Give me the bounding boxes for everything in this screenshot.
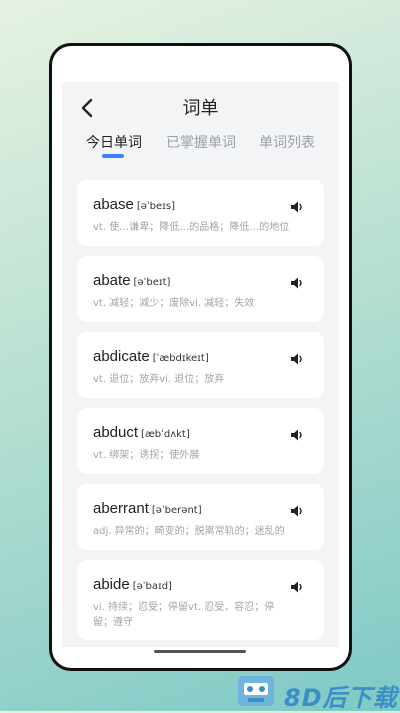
speaker-icon[interactable] <box>290 580 304 594</box>
word-meaning: vt. 使…谦卑；降低…的品格；降低…的地位 <box>93 222 290 233</box>
word-card[interactable]: abase [əˈbeɪs] vt. 使…谦卑；降低…的品格；降低…的地位 <box>77 180 324 246</box>
tab-word-list[interactable]: 单词列表 <box>259 132 315 152</box>
phonetic-text: [əˈberənt] <box>151 505 202 516</box>
word-line: abase [əˈbeɪs] <box>93 196 175 214</box>
word-line: abdicate [ˈæbdɪkeɪt] <box>93 348 209 366</box>
word-meaning: vt. 退位；放弃vi. 退位；放弃 <box>93 374 225 385</box>
phonetic-text: [əˈbaɪd] <box>132 581 172 592</box>
watermark-logo: 8D后下载 <box>238 676 400 712</box>
phonetic-text: [əˈbeɪs] <box>136 201 176 212</box>
word-line: aberrant [əˈberənt] <box>93 500 202 518</box>
top-bar: 词单 <box>62 82 339 122</box>
home-indicator[interactable] <box>154 650 246 653</box>
speaker-icon[interactable] <box>290 276 304 290</box>
word-meaning: vi. 持续；忍受；停留vt. 忍受，容忍；停留；遵守 <box>93 602 275 628</box>
speaker-icon[interactable] <box>290 352 304 366</box>
word-card[interactable]: abide [əˈbaɪd] vi. 持续；忍受；停留vt. 忍受，容忍；停留；遵… <box>77 560 324 640</box>
word-meaning: vt. 减轻；减少；废除vi. 减轻；失效 <box>93 298 255 309</box>
word-text: abduct <box>93 424 139 441</box>
speaker-icon[interactable] <box>290 428 304 442</box>
word-meaning: adj. 异常的；畸变的；脱离常轨的；迷乱的 <box>93 526 285 537</box>
word-text: abide <box>93 576 130 593</box>
word-line: abduct [æbˈdʌkt] <box>93 424 190 442</box>
cassette-icon <box>238 676 274 706</box>
phonetic-text: [æbˈdʌkt] <box>141 429 190 440</box>
speaker-icon[interactable] <box>290 200 304 214</box>
page-title: 词单 <box>182 98 219 119</box>
active-tab-indicator <box>102 154 124 158</box>
tab-mastered-words[interactable]: 已掌握单词 <box>166 132 236 152</box>
word-card[interactable]: abduct [æbˈdʌkt] vt. 绑架；诱拐；使外展 <box>77 408 324 474</box>
word-text: abate <box>93 272 131 289</box>
word-card[interactable]: abdicate [ˈæbdɪkeɪt] vt. 退位；放弃vi. 退位；放弃 <box>77 332 324 398</box>
word-card[interactable]: abate [əˈbeɪt] vt. 减轻；减少；废除vi. 减轻；失效 <box>77 256 324 322</box>
app-screen: 词单 今日单词 已掌握单词 单词列表 abase [əˈbeɪs] vt. 使…谦… <box>52 46 349 668</box>
word-text: abdicate <box>93 348 150 365</box>
watermark-text: 8D后下载 <box>284 684 398 712</box>
tab-today-words[interactable]: 今日单词 <box>86 132 142 152</box>
word-line: abate [əˈbeɪt] <box>93 272 170 290</box>
speaker-icon[interactable] <box>290 504 304 518</box>
word-text: aberrant <box>93 500 149 517</box>
word-card[interactable]: aberrant [əˈberənt] adj. 异常的；畸变的；脱离常轨的；迷乱… <box>77 484 324 550</box>
phonetic-text: [ˈæbdɪkeɪt] <box>152 353 209 364</box>
phonetic-text: [əˈbeɪt] <box>133 277 171 288</box>
word-meaning: vt. 绑架；诱拐；使外展 <box>93 450 200 461</box>
word-text: abase <box>93 196 134 213</box>
content-area: 词单 今日单词 已掌握单词 单词列表 abase [əˈbeɪs] vt. 使…谦… <box>62 82 339 647</box>
word-line: abide [əˈbaɪd] <box>93 576 172 594</box>
